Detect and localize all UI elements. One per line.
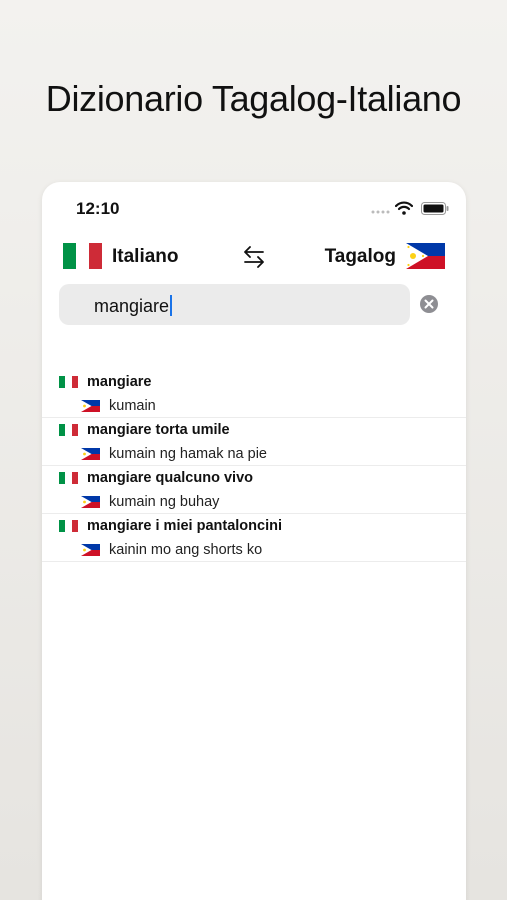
clear-icon[interactable] — [419, 294, 439, 314]
flag-italy-icon — [63, 243, 102, 269]
tagalog-translation: kumain ng hamak na pie — [109, 446, 267, 462]
flag-italy-icon — [59, 472, 78, 484]
italian-term: mangiare qualcuno vivo — [87, 470, 253, 486]
signal-icon — [371, 210, 390, 214]
language-selector: Italiano Tagalog — [42, 240, 466, 276]
tagalog-translation: kumain — [109, 398, 156, 414]
source-language[interactable]: Italiano — [112, 246, 179, 268]
results-list: mangiare kumain mangiare torta umile kum… — [42, 370, 466, 562]
text-caret — [170, 295, 173, 316]
search-input[interactable]: mangiare — [59, 284, 410, 325]
italian-term: mangiare torta umile — [87, 422, 230, 438]
list-item[interactable]: mangiare torta umile kumain ng hamak na … — [42, 418, 466, 466]
battery-icon — [421, 202, 449, 215]
status-time: 12:10 — [76, 199, 120, 218]
tagalog-translation: kainin mo ang shorts ko — [109, 542, 263, 558]
flag-philippines-icon — [81, 544, 100, 556]
list-item[interactable]: mangiare kumain — [42, 370, 466, 418]
flag-philippines-icon — [81, 448, 100, 460]
phone-screen: 12:10 Italiano Tagalog mangiare mangiare… — [42, 182, 466, 900]
target-language[interactable]: Tagalog — [325, 246, 396, 268]
tagalog-translation: kumain ng buhay — [109, 494, 220, 510]
flag-philippines-icon — [81, 496, 100, 508]
flag-italy-icon — [59, 520, 78, 532]
italian-term: mangiare i miei pantaloncini — [87, 518, 282, 534]
flag-italy-icon — [59, 424, 78, 436]
promo-headline: Dizionario Tagalog-Italiano — [45, 78, 462, 119]
search-text: mangiare — [94, 296, 170, 316]
italian-term: mangiare — [87, 374, 152, 390]
flag-italy-icon — [59, 376, 78, 388]
flag-philippines-icon — [406, 243, 445, 269]
search-input-value: mangiare — [94, 295, 173, 317]
list-item[interactable]: mangiare qualcuno vivo kumain ng buhay — [42, 466, 466, 514]
flag-philippines-icon — [81, 400, 100, 412]
swap-arrows-icon[interactable] — [242, 244, 266, 270]
list-item[interactable]: mangiare i miei pantaloncini kainin mo a… — [42, 514, 466, 562]
status-bar: 12:10 — [42, 182, 466, 234]
wifi-icon — [395, 201, 413, 215]
